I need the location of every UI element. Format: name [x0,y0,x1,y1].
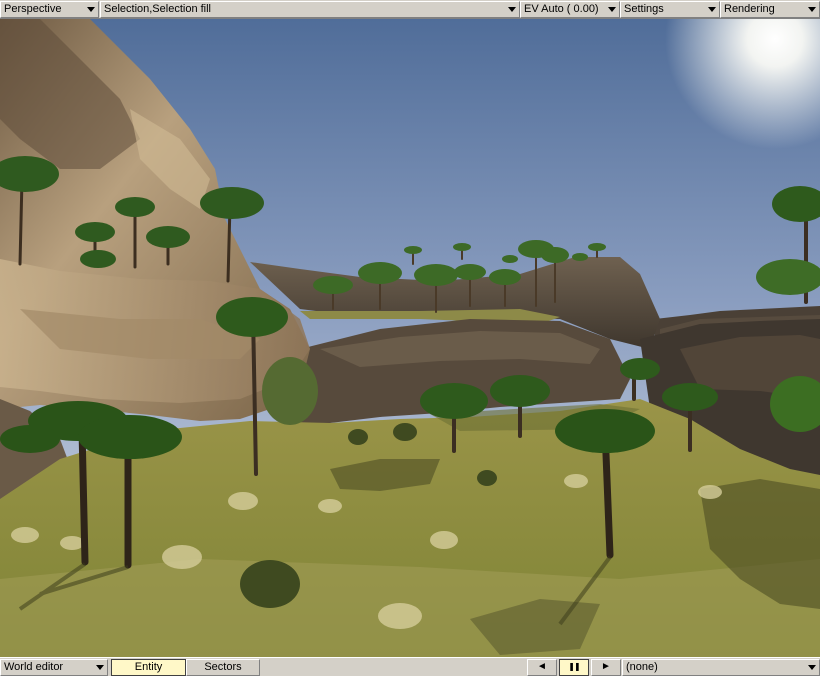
rendering-label: Rendering [724,3,775,15]
chevron-down-icon [708,7,716,12]
step-forward-button[interactable]: ► [591,659,621,676]
3d-viewport[interactable] [0,19,820,657]
chevron-down-icon [508,7,516,12]
pause-icon: ❚❚ [568,662,580,671]
tab-sectors-label: Sectors [204,661,242,673]
rendering-dropdown[interactable]: Rendering [720,1,820,18]
exposure-label: EV Auto ( 0.00) [524,3,599,15]
selection-value: (none) [626,661,658,673]
step-back-button[interactable]: ◄ [527,659,557,676]
status-bar: World editor Entity Sectors ◄ ❚❚ ► (none… [0,657,820,676]
selection-dropdown[interactable]: (none) [622,659,820,676]
editor-mode-label: World editor [4,661,64,673]
chevron-down-icon [808,665,816,670]
scene-render [0,19,820,657]
selection-mode-label: Selection,Selection fill [104,3,212,15]
view-mode-dropdown[interactable]: Perspective [0,1,99,18]
step-forward-icon: ► [601,661,611,672]
chevron-down-icon [608,7,616,12]
tab-entity-label: Entity [134,661,163,673]
settings-dropdown[interactable]: Settings [620,1,720,18]
pause-button[interactable]: ❚❚ [559,659,589,676]
chevron-down-icon [96,665,104,670]
editor-mode-dropdown[interactable]: World editor [0,659,108,676]
tab-sectors[interactable]: Sectors [186,659,260,676]
exposure-dropdown[interactable]: EV Auto ( 0.00) [520,1,620,18]
step-back-icon: ◄ [537,661,547,672]
chevron-down-icon [808,7,816,12]
tab-entity[interactable]: Entity [111,659,186,676]
selection-mode-dropdown[interactable]: Selection,Selection fill [100,1,520,18]
view-mode-label: Perspective [4,3,62,15]
viewport-toolbar: Perspective Selection,Selection fill EV … [0,0,820,19]
settings-label: Settings [624,3,664,15]
chevron-down-icon [87,7,95,12]
